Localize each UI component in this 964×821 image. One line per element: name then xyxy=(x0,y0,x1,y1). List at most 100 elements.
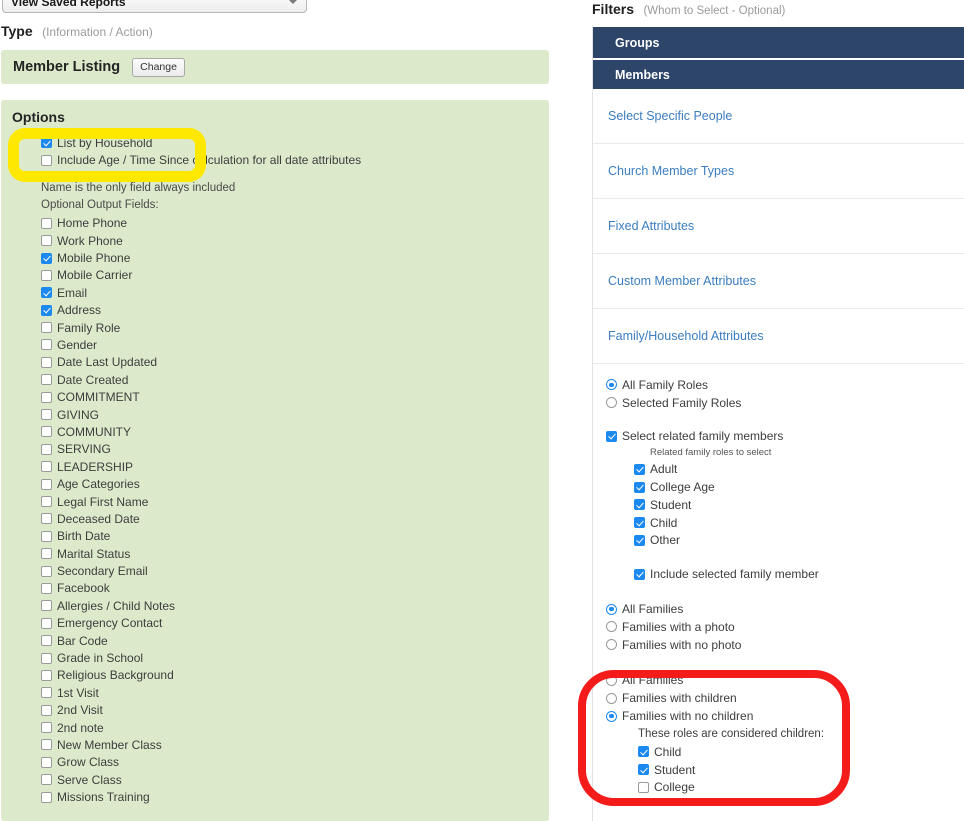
checkbox-icon[interactable] xyxy=(638,764,649,776)
checkbox-icon[interactable] xyxy=(41,339,52,351)
option-field-row[interactable]: COMMITMENT xyxy=(12,388,549,405)
checkbox-icon[interactable] xyxy=(41,600,52,612)
checkbox-icon[interactable] xyxy=(41,356,52,368)
section-header-members[interactable]: Members xyxy=(593,58,964,89)
option-field-row[interactable]: Home Phone xyxy=(12,215,549,232)
checkbox-icon[interactable] xyxy=(41,617,52,629)
radio-children-all-families[interactable]: All Families xyxy=(606,672,964,690)
checkbox-icon[interactable] xyxy=(41,154,52,166)
checkbox-icon[interactable] xyxy=(41,137,52,149)
checkbox-icon[interactable] xyxy=(41,235,52,247)
filter-row-custom-member-attributes[interactable]: Custom Member Attributes xyxy=(593,254,964,309)
checkbox-icon[interactable] xyxy=(41,409,52,421)
checkbox-icon[interactable] xyxy=(638,746,649,758)
radio-icon[interactable] xyxy=(606,692,617,704)
checkbox-icon[interactable] xyxy=(41,461,52,473)
filter-row-fixed-attributes[interactable]: Fixed Attributes xyxy=(593,199,964,254)
checkbox-icon[interactable] xyxy=(41,374,52,386)
checkbox-icon[interactable] xyxy=(41,548,52,560)
option-field-row[interactable]: Family Role xyxy=(12,319,549,336)
related-role-row[interactable]: College Age xyxy=(606,478,964,496)
option-field-row[interactable]: Birth Date xyxy=(12,528,549,545)
option-field-row[interactable]: Date Created xyxy=(12,371,549,388)
checkbox-icon[interactable] xyxy=(41,722,52,734)
children-role-row[interactable]: College xyxy=(606,779,964,797)
option-field-row[interactable]: Facebook xyxy=(12,580,549,597)
checkbox-icon[interactable] xyxy=(41,496,52,507)
checkbox-icon[interactable] xyxy=(41,704,52,716)
radio-families-with-a-photo[interactable]: Families with a photo xyxy=(606,618,964,636)
link-custom-member-attributes[interactable]: Custom Member Attributes xyxy=(608,274,756,288)
radio-icon[interactable] xyxy=(606,639,617,651)
link-select-specific-people[interactable]: Select Specific People xyxy=(608,109,732,123)
checkbox-icon[interactable] xyxy=(634,534,645,546)
checkbox-icon[interactable] xyxy=(41,652,52,664)
checkbox-icon[interactable] xyxy=(41,269,52,281)
option-field-row[interactable]: Allergies / Child Notes xyxy=(12,597,549,614)
option-field-row[interactable]: Marital Status xyxy=(12,545,549,562)
related-role-row[interactable]: Student xyxy=(606,496,964,514)
option-list-by-household[interactable]: List by Household xyxy=(12,134,549,151)
checkbox-icon[interactable] xyxy=(41,774,52,786)
checkbox-icon[interactable] xyxy=(41,443,52,455)
link-family-household-attributes[interactable]: Family/Household Attributes xyxy=(608,329,764,343)
option-field-row[interactable]: LEADERSHIP xyxy=(12,458,549,475)
related-role-row[interactable]: Other xyxy=(606,532,964,550)
option-field-row[interactable]: Date Last Updated xyxy=(12,354,549,371)
option-field-row[interactable]: New Member Class xyxy=(12,736,549,753)
filter-row-church-member-types[interactable]: Church Member Types xyxy=(593,144,964,199)
checkbox-icon[interactable] xyxy=(41,582,52,594)
option-field-row[interactable]: Age Categories xyxy=(12,475,549,492)
checkbox-icon[interactable] xyxy=(41,756,52,768)
checkbox-icon[interactable] xyxy=(41,322,52,334)
option-field-row[interactable]: Missions Training xyxy=(12,788,549,805)
checkbox-icon[interactable] xyxy=(41,252,52,264)
checkbox-icon[interactable] xyxy=(41,565,52,577)
checkbox-icon[interactable] xyxy=(634,481,645,493)
radio-all-family-roles[interactable]: All Family Roles xyxy=(606,376,964,394)
checkbox-icon[interactable] xyxy=(41,530,52,542)
checkbox-icon[interactable] xyxy=(634,517,645,529)
link-fixed-attributes[interactable]: Fixed Attributes xyxy=(608,219,694,233)
checkbox-select-related-family-members[interactable]: Select related family members xyxy=(606,428,964,446)
option-field-row[interactable]: Gender xyxy=(12,336,549,353)
option-field-row[interactable]: Work Phone xyxy=(12,232,549,249)
radio-selected-family-roles[interactable]: Selected Family Roles xyxy=(606,394,964,412)
checkbox-icon[interactable] xyxy=(634,499,645,511)
option-field-row[interactable]: Grow Class xyxy=(12,754,549,771)
option-field-row[interactable]: COMMUNITY xyxy=(12,423,549,440)
radio-icon[interactable] xyxy=(606,674,617,686)
related-role-row[interactable]: Child xyxy=(606,514,964,532)
option-field-row[interactable]: 2nd note xyxy=(12,719,549,736)
option-include-age-time-since[interactable]: Include Age / Time Since calculation for… xyxy=(12,151,549,168)
checkbox-icon[interactable] xyxy=(41,304,52,316)
checkbox-icon[interactable] xyxy=(606,430,617,442)
option-field-row[interactable]: SERVING xyxy=(12,441,549,458)
related-role-row[interactable]: Adult xyxy=(606,460,964,478)
option-field-row[interactable]: 1st Visit xyxy=(12,684,549,701)
checkbox-icon[interactable] xyxy=(634,463,645,475)
option-field-row[interactable]: 2nd Visit xyxy=(12,702,549,719)
checkbox-icon[interactable] xyxy=(41,635,52,647)
option-field-row[interactable]: GIVING xyxy=(12,406,549,423)
checkbox-icon[interactable] xyxy=(41,669,52,681)
option-field-row[interactable]: Emergency Contact xyxy=(12,615,549,632)
option-field-row[interactable]: Religious Background xyxy=(12,667,549,684)
filter-row-select-specific-people[interactable]: Select Specific People xyxy=(593,89,964,144)
checkbox-icon[interactable] xyxy=(41,287,52,299)
checkbox-icon[interactable] xyxy=(638,781,649,793)
link-church-member-types[interactable]: Church Member Types xyxy=(608,164,734,178)
option-field-row[interactable]: Email xyxy=(12,284,549,301)
children-role-row[interactable]: Student xyxy=(606,761,964,779)
option-field-row[interactable]: Address xyxy=(12,302,549,319)
checkbox-icon[interactable] xyxy=(41,426,52,438)
radio-families-with-no-children[interactable]: Families with no children xyxy=(606,707,964,725)
option-field-row[interactable]: Deceased Date xyxy=(12,510,549,527)
option-field-row[interactable]: Secondary Email xyxy=(12,562,549,579)
section-header-groups[interactable]: Groups xyxy=(593,27,964,58)
checkbox-icon[interactable] xyxy=(634,568,645,580)
radio-icon[interactable] xyxy=(606,397,617,409)
checkbox-icon[interactable] xyxy=(41,791,52,803)
checkbox-icon[interactable] xyxy=(41,687,52,699)
checkbox-icon[interactable] xyxy=(41,513,52,525)
